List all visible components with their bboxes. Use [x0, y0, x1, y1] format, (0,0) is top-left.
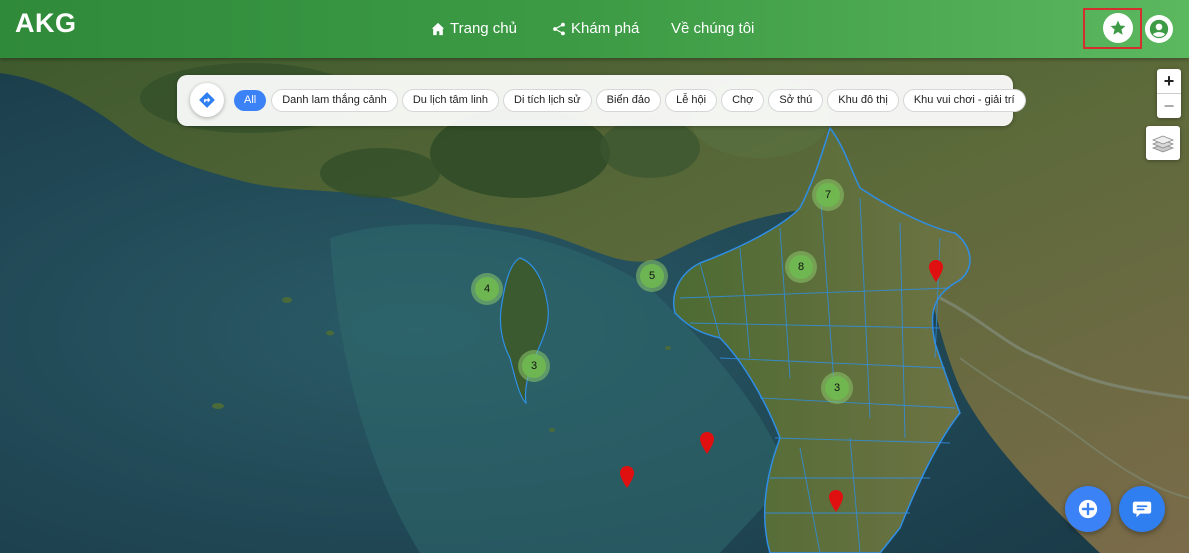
cluster-marker[interactable]: 5 [636, 260, 668, 292]
star-icon [1110, 20, 1126, 35]
cluster-count: 3 [522, 354, 546, 378]
chip-du-lich-tam-linh[interactable]: Du lịch tâm linh [402, 90, 499, 111]
home-icon [431, 22, 445, 35]
chip-khu-do-thi[interactable]: Khu đô thị [828, 90, 898, 111]
user-circle-icon [1149, 19, 1169, 39]
layers-icon [1151, 135, 1175, 153]
cluster-count: 7 [816, 183, 840, 207]
share-icon [553, 22, 565, 35]
map-pin-marker[interactable] [929, 260, 943, 282]
brand-logo[interactable]: AKG [15, 8, 77, 39]
nav-home-link[interactable]: Trang chủ [431, 20, 517, 37]
layers-button[interactable] [1146, 126, 1180, 160]
directions-icon [199, 92, 215, 108]
zoom-in-button[interactable]: + [1157, 69, 1181, 94]
cluster-marker[interactable]: 4 [471, 273, 503, 305]
cluster-count: 4 [475, 277, 499, 301]
map-pin-marker[interactable] [700, 432, 714, 454]
account-button[interactable] [1145, 15, 1173, 43]
chip-di-tich-lich-su[interactable]: Di tích lịch sử [504, 90, 591, 111]
cluster-marker[interactable]: 3 [518, 350, 550, 382]
nav-home-label: Trang chủ [450, 20, 517, 37]
zoom-control: + − [1157, 69, 1181, 118]
chip-all[interactable]: All [234, 90, 267, 111]
chat-button[interactable] [1119, 486, 1165, 532]
cluster-marker[interactable]: 7 [812, 179, 844, 211]
directions-button[interactable] [190, 83, 224, 117]
cluster-count: 5 [640, 264, 664, 288]
nav-about-label: Về chúng tôi [671, 20, 755, 37]
favorites-button[interactable] [1103, 13, 1133, 43]
satellite-map[interactable]: 7 8 5 4 3 3 [0, 58, 1189, 553]
chip-khu-vui-choi-giai-tri[interactable]: Khu vui chơi - giải trí [903, 90, 1025, 111]
nav-explore-label: Khám phá [571, 20, 640, 37]
nav-about-link[interactable]: Về chúng tôi [671, 20, 754, 37]
map-pin-marker[interactable] [829, 490, 843, 512]
zoom-out-button[interactable]: − [1157, 94, 1181, 118]
plus-circle-icon [1078, 499, 1098, 519]
category-chip-list: All Danh lam thắng cảnh Du lịch tâm linh… [234, 90, 1025, 111]
add-place-button[interactable] [1065, 486, 1111, 532]
chip-bien-dao[interactable]: Biển đảo [596, 90, 661, 111]
cluster-count: 8 [789, 255, 813, 279]
category-filter-bar: All Danh lam thắng cảnh Du lịch tâm linh… [177, 75, 1025, 126]
top-navbar: AKG Trang chủ Khám phá Về chúng tôi [0, 0, 1189, 58]
cluster-count: 3 [825, 376, 849, 400]
chip-cho[interactable]: Chợ [722, 90, 764, 111]
chip-le-hoi[interactable]: Lễ hội [666, 90, 717, 111]
cluster-marker[interactable]: 8 [785, 251, 817, 283]
satellite-basemap [0, 58, 1189, 553]
chip-so-thu[interactable]: Sở thú [769, 90, 823, 111]
map-pin-marker[interactable] [620, 466, 634, 488]
cluster-marker[interactable]: 3 [821, 372, 853, 404]
nav-explore-link[interactable]: Khám phá [552, 20, 639, 37]
chip-danh-lam-thang-canh[interactable]: Danh lam thắng cảnh [272, 90, 397, 111]
chat-icon [1132, 501, 1152, 518]
